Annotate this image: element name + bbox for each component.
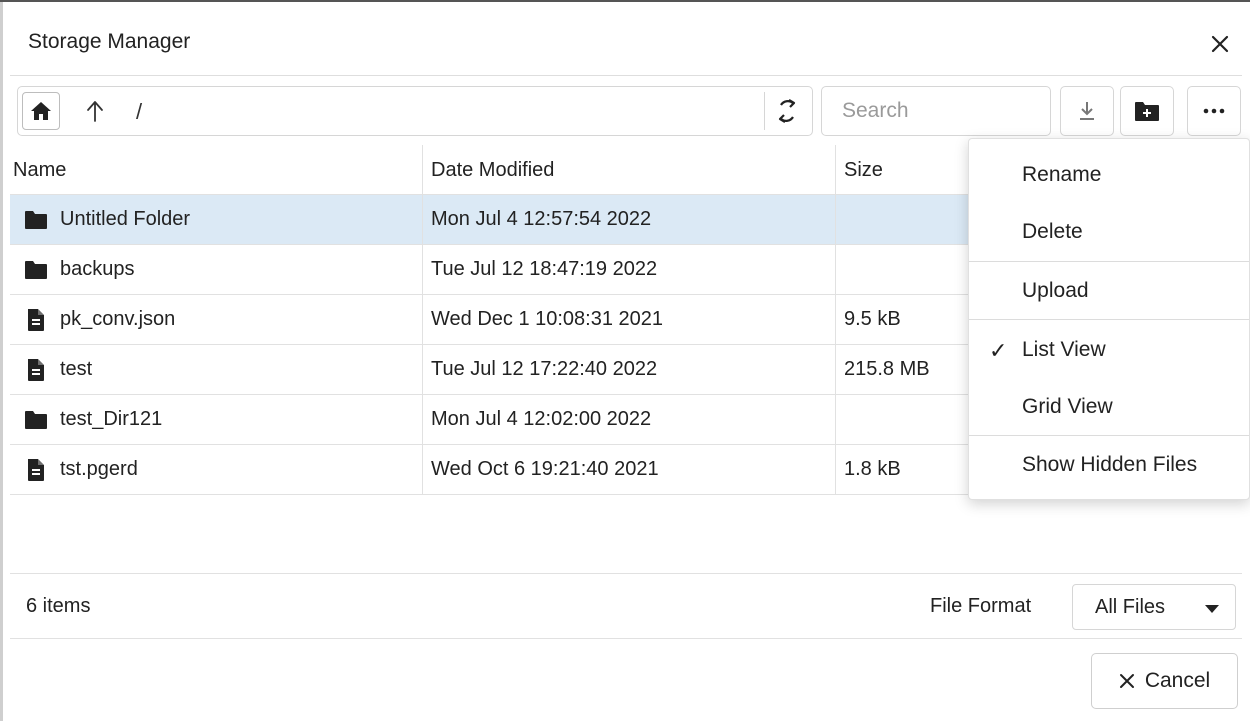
menu-item-delete[interactable]: Delete	[969, 206, 1249, 258]
date-modified: Tue Jul 12 17:22:40 2022	[431, 358, 658, 380]
menu-item-upload[interactable]: Upload	[969, 265, 1249, 317]
menu-item-label: Grid View	[1022, 395, 1113, 418]
file-size: 215.8 MB	[844, 358, 930, 380]
menu-item-list-view[interactable]: ✓ List View	[969, 324, 1249, 376]
menu-item-label: Upload	[1022, 279, 1089, 302]
more-icon	[1203, 108, 1225, 114]
date-modified: Tue Jul 12 18:47:19 2022	[431, 258, 658, 280]
file-icon	[24, 458, 48, 482]
arrow-up-icon	[87, 101, 103, 122]
folder-icon	[24, 258, 48, 282]
parent-folder-button[interactable]	[76, 92, 114, 130]
close-icon	[1211, 35, 1229, 53]
column-header-date-modified[interactable]: Date Modified	[431, 159, 554, 182]
menu-item-rename[interactable]: Rename	[969, 149, 1249, 201]
dialog-title: Storage Manager	[28, 30, 191, 53]
menu-item-label: List View	[1022, 338, 1106, 361]
column-header-size[interactable]: Size	[844, 159, 883, 182]
storage-manager-dialog: Storage Manager / Search Name Date Modif…	[0, 0, 1250, 721]
column-divider	[835, 145, 836, 494]
refresh-icon	[778, 99, 795, 123]
file-format-label: File Format	[930, 595, 1032, 617]
date-modified: Wed Dec 1 10:08:31 2021	[431, 308, 664, 330]
file-format-select[interactable]: All Files	[1072, 584, 1236, 630]
file-name: tst.pgerd	[60, 458, 138, 480]
more-options-button[interactable]	[1187, 86, 1241, 136]
date-modified: Mon Jul 4 12:57:54 2022	[431, 208, 652, 230]
path-bar: /	[17, 86, 813, 136]
more-options-menu: Rename Delete Upload ✓ List View Grid Vi…	[968, 138, 1250, 500]
folder-icon	[24, 408, 48, 432]
file-name: pk_conv.json	[60, 308, 176, 330]
menu-item-show-hidden-files[interactable]: Show Hidden Files	[969, 439, 1249, 491]
date-modified: Wed Oct 6 19:21:40 2021	[431, 458, 659, 480]
date-modified: Mon Jul 4 12:02:00 2022	[431, 408, 652, 430]
column-divider	[422, 145, 423, 494]
folder-icon	[24, 208, 48, 232]
file-icon	[24, 308, 48, 332]
check-icon: ✓	[989, 338, 1008, 363]
column-header-name[interactable]: Name	[13, 159, 66, 182]
menu-item-label: Rename	[1022, 163, 1102, 186]
item-count: 6 items	[26, 595, 91, 617]
home-button[interactable]	[22, 92, 60, 130]
close-icon	[1119, 674, 1134, 688]
caret-down-icon	[1205, 605, 1219, 613]
refresh-button[interactable]	[764, 92, 808, 130]
file-format-value: All Files	[1095, 595, 1166, 618]
file-name: Untitled Folder	[60, 208, 191, 230]
cancel-label: Cancel	[1144, 669, 1211, 692]
download-icon	[1080, 102, 1094, 120]
menu-divider	[969, 319, 1249, 320]
download-button[interactable]	[1060, 86, 1114, 136]
new-folder-button[interactable]	[1120, 86, 1174, 136]
file-name: backups	[60, 258, 135, 280]
file-size: 9.5 kB	[844, 308, 901, 330]
title-bar: Storage Manager	[10, 4, 1242, 76]
menu-item-grid-view[interactable]: Grid View	[969, 381, 1249, 433]
file-name: test_Dir121	[60, 408, 163, 430]
menu-item-label: Show Hidden Files	[1022, 453, 1198, 476]
home-icon	[31, 102, 51, 120]
search-input[interactable]	[821, 86, 1051, 136]
cancel-button[interactable]: Cancel	[1091, 653, 1238, 709]
file-icon	[24, 358, 48, 382]
menu-divider	[969, 261, 1249, 262]
status-footer: 6 items File Format All Files	[10, 573, 1242, 639]
menu-item-label: Delete	[1022, 220, 1083, 243]
new-folder-icon	[1135, 102, 1159, 121]
close-button[interactable]	[1202, 26, 1238, 62]
current-path[interactable]: /	[136, 99, 142, 125]
window-edge	[0, 2, 3, 721]
file-size: 1.8 kB	[844, 458, 901, 480]
file-name: test	[60, 358, 93, 380]
menu-divider	[969, 435, 1249, 436]
